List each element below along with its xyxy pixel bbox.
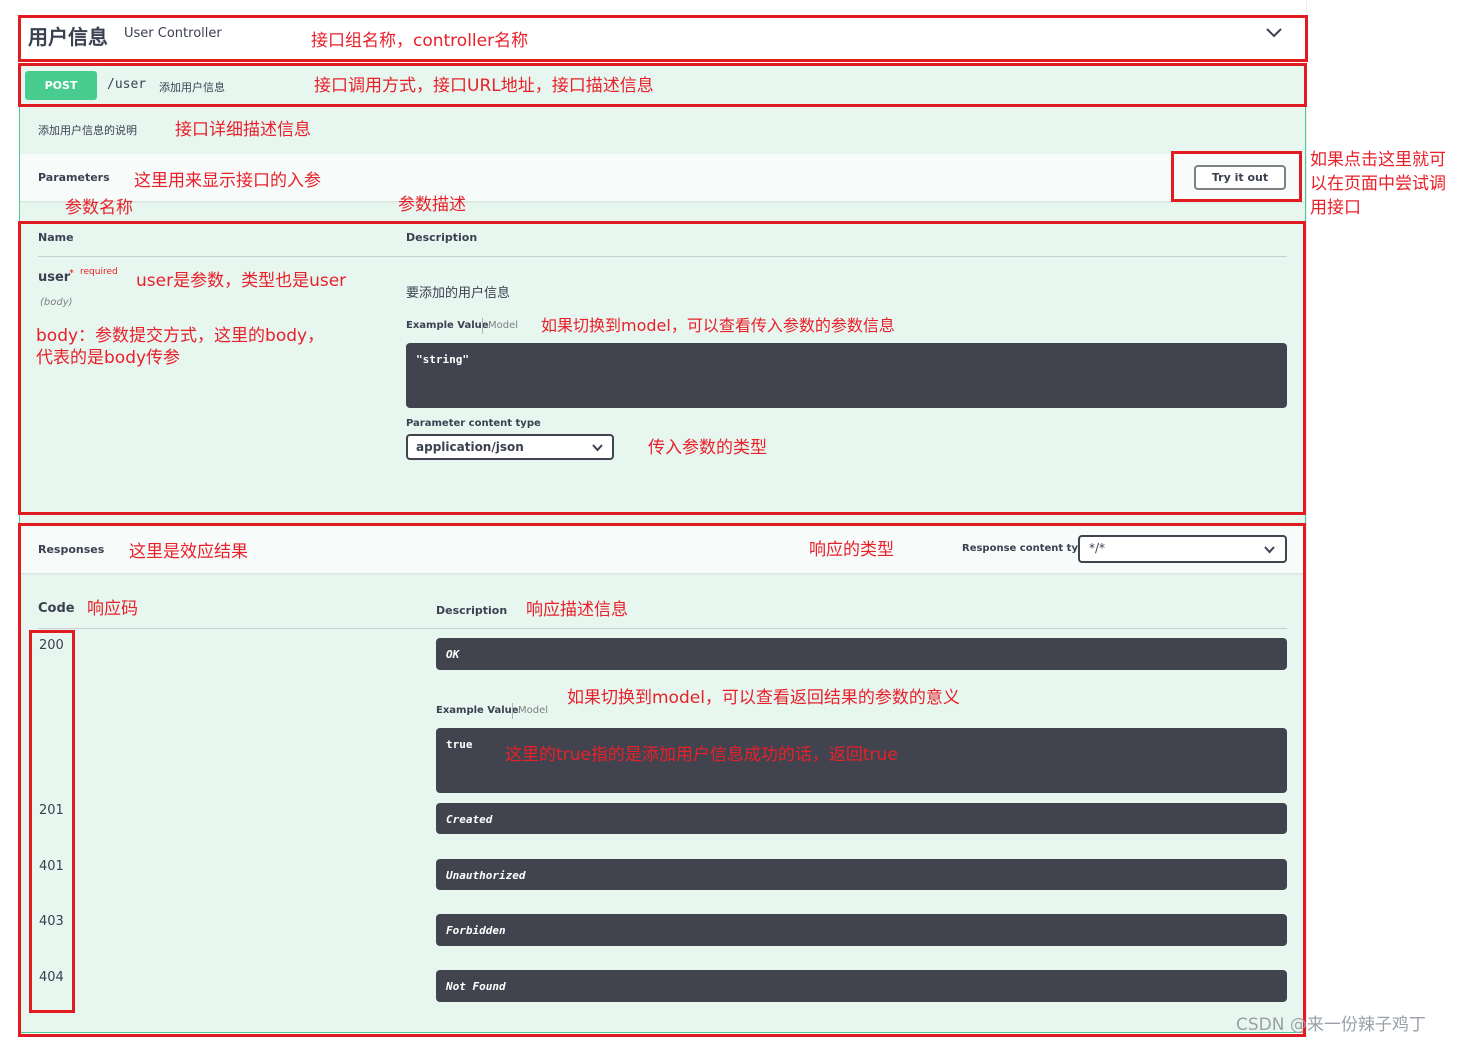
annotation-box-try	[1171, 151, 1302, 202]
annotation-parameters: 这里用来显示接口的入参	[134, 171, 321, 191]
annotation-summary: 接口调用方式，接口URL地址，接口描述信息	[314, 76, 654, 96]
annotation-box-params	[18, 221, 1306, 515]
annotation-name-col: 参数名称	[65, 198, 133, 218]
parameters-heading: Parameters	[38, 171, 110, 184]
annotation-desc-col: 参数描述	[398, 195, 466, 215]
operation-description: 添加用户信息的说明	[38, 124, 137, 137]
annotation-try: 如果点击这里就可 以在页面中尝试调 用接口	[1310, 150, 1446, 218]
page-edge	[1306, 0, 1307, 1040]
annotation-box-responses	[18, 523, 1306, 1037]
annotation-description: 接口详细描述信息	[175, 120, 311, 140]
annotation-box-summary	[18, 63, 1307, 107]
annotation-header: 接口组名称，controller名称	[311, 31, 529, 51]
annotation-box-header	[18, 15, 1308, 62]
watermark: CSDN @来一份辣子鸡丁	[1236, 1015, 1426, 1035]
